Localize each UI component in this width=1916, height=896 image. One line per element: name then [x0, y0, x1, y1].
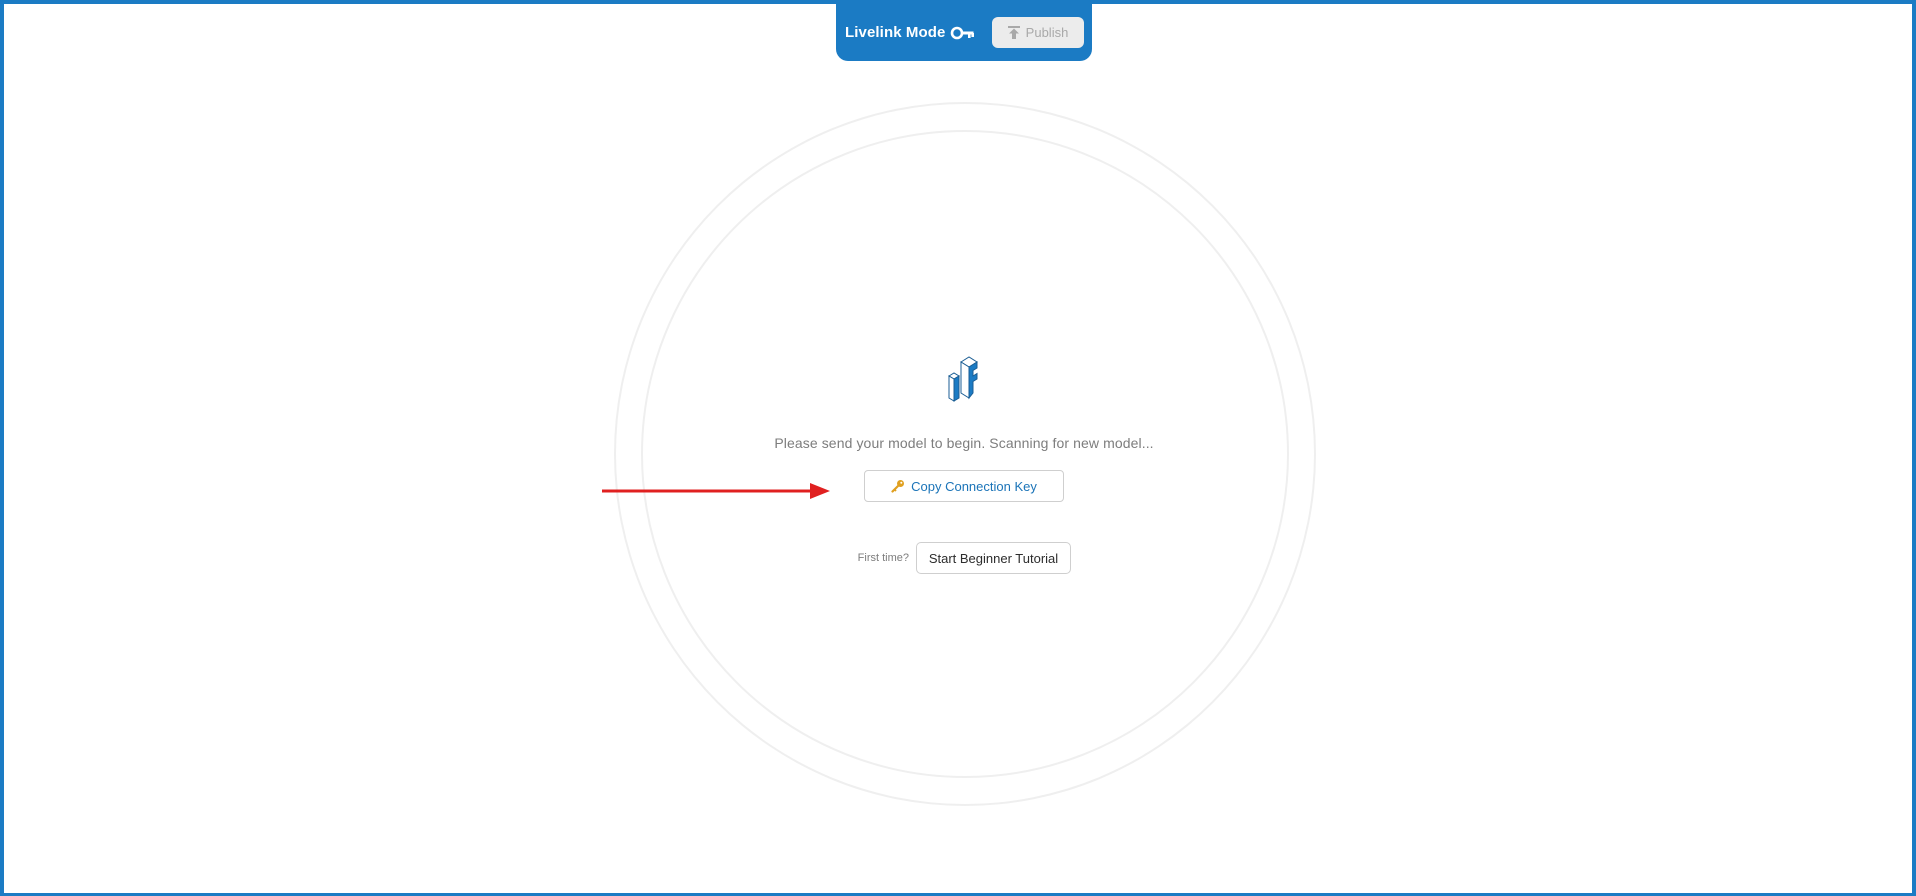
publish-label: Publish: [1025, 25, 1069, 40]
app-window: Livelink Mode Publish Please send your m…: [0, 0, 1916, 896]
livelink-header: Livelink Mode Publish: [836, 4, 1092, 61]
upload-icon: [1007, 26, 1020, 39]
first-time-label: First time?: [857, 552, 909, 564]
app-logo-icon: [945, 354, 985, 404]
copy-connection-key-button[interactable]: Copy Connection Key: [864, 470, 1064, 502]
inner-ring: [641, 130, 1289, 778]
start-beginner-tutorial-button[interactable]: Start Beginner Tutorial: [916, 542, 1071, 574]
key-icon: [891, 479, 905, 493]
mode-label: Livelink Mode: [845, 24, 946, 41]
copy-connection-key-label: Copy Connection Key: [911, 478, 1037, 494]
publish-button[interactable]: Publish: [992, 17, 1084, 48]
scanning-status-text: Please send your model to begin. Scannin…: [774, 435, 1154, 451]
key-icon[interactable]: [950, 23, 976, 43]
annotation-arrow-icon: [602, 483, 830, 499]
